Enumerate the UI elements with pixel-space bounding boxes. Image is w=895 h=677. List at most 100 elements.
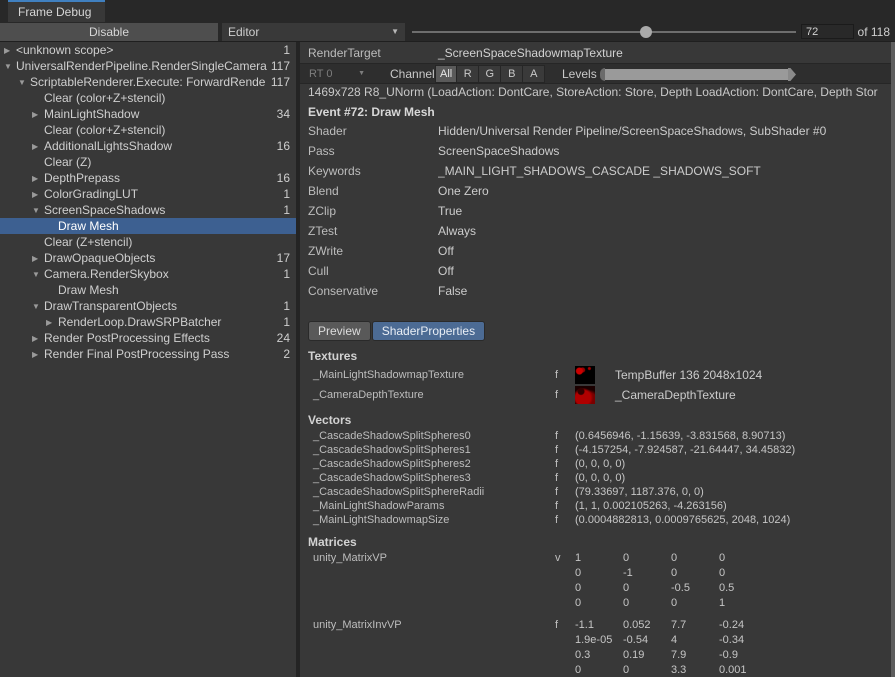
vector-row: _CascadeShadowSplitSpheres3f(0, 0, 0, 0) <box>300 471 891 485</box>
event-property-row: BlendOne Zero <box>300 181 891 201</box>
tree-item[interactable]: ▼UniversalRenderPipeline.RenderSingleCam… <box>0 58 296 74</box>
foldout-open-icon[interactable]: ▼ <box>18 78 30 87</box>
tree-item[interactable]: ▶DrawOpaqueObjects17 <box>0 250 296 266</box>
frame-number-input[interactable] <box>801 24 854 39</box>
texture-thumbnail[interactable] <box>575 366 595 384</box>
texture-value: _CameraDepthTexture <box>615 388 736 402</box>
levels-max-handle[interactable] <box>788 68 796 81</box>
detail-scrollbar-thumb[interactable] <box>891 42 895 677</box>
matrix-values: -1.10.0527.7-0.241.9e-05-0.544-0.340.30.… <box>575 618 767 677</box>
vectors-section: _CascadeShadowSplitSpheres0f(0.6456946, … <box>300 429 891 527</box>
event-tree: ▶<unknown scope>1▼UniversalRenderPipelin… <box>0 42 296 677</box>
tree-item[interactable]: ▼ScreenSpaceShadows 1 <box>0 202 296 218</box>
foldout-closed-icon[interactable]: ▶ <box>32 142 44 151</box>
tree-item[interactable]: Draw Mesh <box>0 282 296 298</box>
detail-scrollbar[interactable] <box>891 42 895 677</box>
tree-item[interactable]: ▶DepthPrepass16 <box>0 170 296 186</box>
tree-item[interactable]: Clear (color+Z+stencil) <box>0 122 296 138</box>
foldout-closed-icon[interactable]: ▶ <box>4 46 16 55</box>
tree-item[interactable]: Clear (color+Z+stencil) <box>0 90 296 106</box>
render-target-label: RenderTarget <box>308 46 438 60</box>
event-property-row: Keywords_MAIN_LIGHT_SHADOWS_CASCADE _SHA… <box>300 161 891 181</box>
tree-item-label: DrawTransparentObjects <box>44 299 279 313</box>
foldout-closed-icon[interactable]: ▶ <box>32 174 44 183</box>
tab-preview[interactable]: Preview <box>308 321 371 341</box>
matrix-cell: 0.3 <box>575 648 623 663</box>
tree-item-label: ColorGradingLUT <box>44 187 279 201</box>
rt-index-dropdown[interactable]: RT 0 ▼ <box>305 66 367 82</box>
tree-item-count: 16 <box>277 171 290 185</box>
tab-shaderproperties[interactable]: ShaderProperties <box>372 321 485 341</box>
tree-item[interactable]: Clear (Z+stencil) <box>0 234 296 250</box>
tree-item-label: ScreenSpaceShadows <box>44 203 279 217</box>
channel-button-g[interactable]: G <box>479 65 501 83</box>
matrix-cell: 3.3 <box>671 663 719 677</box>
tree-item[interactable]: ▶Render PostProcessing Effects24 <box>0 330 296 346</box>
foldout-open-icon[interactable]: ▼ <box>4 62 16 71</box>
tree-item-count: 1 <box>283 203 290 217</box>
frame-slider[interactable] <box>412 22 796 42</box>
tree-item[interactable]: ▼Camera.RenderSkybox1 <box>0 266 296 282</box>
foldout-closed-icon[interactable]: ▶ <box>46 318 58 327</box>
property-label: ZClip <box>308 204 438 218</box>
vector-flag: f <box>555 472 575 484</box>
channel-button-a[interactable]: A <box>523 65 545 83</box>
channel-button-b[interactable]: B <box>501 65 523 83</box>
channel-button-r[interactable]: R <box>457 65 479 83</box>
matrix-cell: 0.5 <box>719 581 767 596</box>
property-label: Blend <box>308 184 438 198</box>
tree-item-label: Draw Mesh <box>58 283 286 297</box>
tree-item-label: <unknown scope> <box>16 43 279 57</box>
tree-item[interactable]: Draw Mesh <box>0 218 296 234</box>
tree-item-count: 24 <box>277 331 290 345</box>
property-label: Shader <box>308 124 438 138</box>
tree-item-label: Clear (color+Z+stencil) <box>44 123 286 137</box>
event-property-row: ShaderHidden/Universal Render Pipeline/S… <box>300 121 891 141</box>
texture-thumbnail[interactable] <box>575 386 595 404</box>
matrix-cell: 0.19 <box>623 648 671 663</box>
foldout-closed-icon[interactable]: ▶ <box>32 334 44 343</box>
disable-button[interactable]: Disable <box>0 23 218 41</box>
levels-label: Levels <box>562 67 597 81</box>
rt-index-value: RT 0 <box>309 68 332 80</box>
foldout-closed-icon[interactable]: ▶ <box>32 254 44 263</box>
tree-item-count: 117 <box>271 75 290 89</box>
matrix-cell: -1.1 <box>575 618 623 633</box>
capture-target-dropdown[interactable]: Editor ▼ <box>222 23 405 41</box>
matrix-flag: v <box>555 551 575 611</box>
foldout-open-icon[interactable]: ▼ <box>32 270 44 279</box>
tree-item[interactable]: ▶MainLightShadow34 <box>0 106 296 122</box>
surface-info-text: 1469x728 R8_UNorm (LoadAction: DontCare,… <box>300 84 891 101</box>
tree-item[interactable]: ▶AdditionalLightsShadow16 <box>0 138 296 154</box>
matrix-cell: 0 <box>719 551 767 566</box>
tree-item[interactable]: ▶ColorGradingLUT1 <box>0 186 296 202</box>
vector-name: _CascadeShadowSplitSpheres1 <box>300 444 555 456</box>
matrix-cell: -0.34 <box>719 633 767 648</box>
tree-item[interactable]: Clear (Z) <box>0 154 296 170</box>
vector-value: (1, 1, 0.002105263, -4.263156) <box>575 500 727 512</box>
channel-button-all[interactable]: All <box>435 65 457 83</box>
tree-item[interactable]: ▶RenderLoop.DrawSRPBatcher1 <box>0 314 296 330</box>
tab-frame-debug[interactable]: Frame Debug <box>8 0 105 22</box>
vector-row: _MainLightShadowParamsf(1, 1, 0.00210526… <box>300 499 891 513</box>
tree-item[interactable]: ▶<unknown scope>1 <box>0 42 296 58</box>
frame-slider-track[interactable] <box>412 31 796 33</box>
levels-range-bar[interactable] <box>605 69 788 80</box>
foldout-closed-icon[interactable]: ▶ <box>32 350 44 359</box>
frame-slider-handle[interactable] <box>640 26 652 38</box>
property-value: Off <box>438 244 454 258</box>
vector-value: (0, 0, 0, 0) <box>575 472 625 484</box>
tree-item-label: Clear (color+Z+stencil) <box>44 91 286 105</box>
vector-flag: f <box>555 514 575 526</box>
tree-item-count: 117 <box>271 59 290 73</box>
tree-item-label: UniversalRenderPipeline.RenderSingleCame… <box>16 59 267 73</box>
foldout-closed-icon[interactable]: ▶ <box>32 110 44 119</box>
foldout-open-icon[interactable]: ▼ <box>32 302 44 311</box>
vector-value: (0, 0, 0, 0) <box>575 458 625 470</box>
levels-range-slider[interactable] <box>600 68 796 81</box>
tree-item[interactable]: ▼ScriptableRenderer.Execute: ForwardRend… <box>0 74 296 90</box>
foldout-closed-icon[interactable]: ▶ <box>32 190 44 199</box>
tree-item[interactable]: ▼DrawTransparentObjects1 <box>0 298 296 314</box>
tree-item[interactable]: ▶Render Final PostProcessing Pass2 <box>0 346 296 362</box>
foldout-open-icon[interactable]: ▼ <box>32 206 44 215</box>
